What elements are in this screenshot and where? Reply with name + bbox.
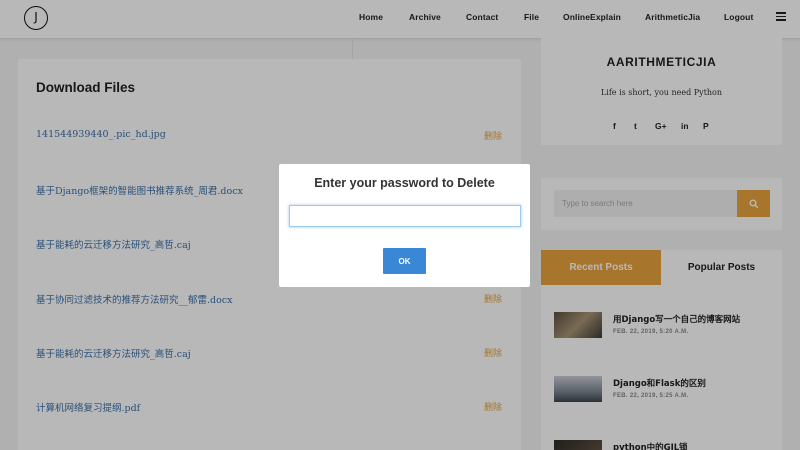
password-dialog: Enter your password to Delete OK <box>279 164 530 287</box>
dialog-title: Enter your password to Delete <box>314 176 495 190</box>
ok-button[interactable]: OK <box>383 248 426 274</box>
password-input[interactable] <box>289 205 521 227</box>
